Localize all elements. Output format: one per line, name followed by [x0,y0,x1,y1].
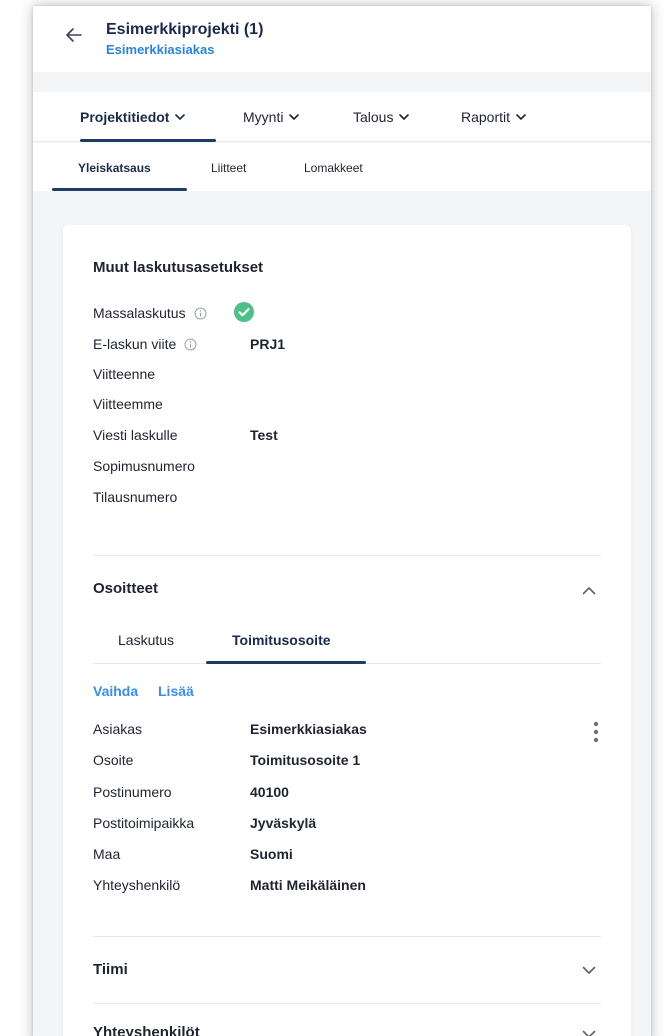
chevron-down-icon[interactable] [582,966,596,975]
label-viesti-laskulle: Viesti laskulle [93,427,178,443]
divider [93,1003,601,1004]
value-viesti-laskulle: Test [250,427,278,443]
change-address-link[interactable]: Vaihda [93,683,138,699]
label-tilausnumero: Tilausnumero [93,489,178,505]
label-sopimusnumero: Sopimusnumero [93,458,195,474]
info-icon[interactable] [194,307,207,320]
label-text: Massalaskutus [93,305,186,321]
label-e-laskun-viite: E-laskun viite [93,336,197,352]
addresses-title: Osoitteet [93,580,159,597]
chevron-up-icon[interactable] [582,586,596,595]
divider [93,555,601,556]
label-asiakas: Asiakas [93,721,143,737]
divider [93,936,601,937]
label-viitteemme: Viitteemme [93,396,163,412]
label-text: E-laskun viite [93,336,177,352]
billing-settings-title: Muut laskutusasetukset [93,259,264,276]
tab-laskutus[interactable]: Laskutus [118,632,174,648]
card-content: Muut laskutusasetukset Massalaskutus E-l… [0,0,667,1036]
more-options-icon[interactable] [593,721,599,743]
value-maa: Suomi [250,846,293,862]
value-osoite: Toimitusosoite 1 [250,752,361,768]
value-postinumero: 40100 [250,784,289,800]
contacts-title[interactable]: Yhteyshenkilöt [93,1024,200,1036]
value-asiakas: Esimerkkiasiakas [250,721,367,737]
chevron-down-icon[interactable] [582,1030,596,1036]
label-postinumero: Postinumero [93,784,172,800]
value-yhteyshenkilo: Matti Meikäläinen [250,877,366,893]
value-postitoimipaikka: Jyväskylä [250,815,317,831]
add-address-link[interactable]: Lisää [158,683,194,699]
info-icon[interactable] [184,338,197,351]
label-postitoimipaikka: Postitoimipaikka [93,815,195,831]
contacts-section-clip: Yhteyshenkilöt [93,1024,393,1036]
label-osoite: Osoite [93,752,134,768]
tab-active-indicator [206,661,366,664]
contacts-chevron-clip [582,1030,596,1036]
label-maa: Maa [93,846,121,862]
label-viitteenne: Viitteenne [93,366,156,382]
value-e-laskun-viite: PRJ1 [250,336,286,352]
check-circle-icon [234,302,254,322]
tab-toimitusosoite[interactable]: Toimitusosoite [232,632,331,648]
label-massalaskutus: Massalaskutus [93,305,207,321]
label-yhteyshenkilo: Yhteyshenkilö [93,877,181,893]
team-title[interactable]: Tiimi [93,961,128,978]
